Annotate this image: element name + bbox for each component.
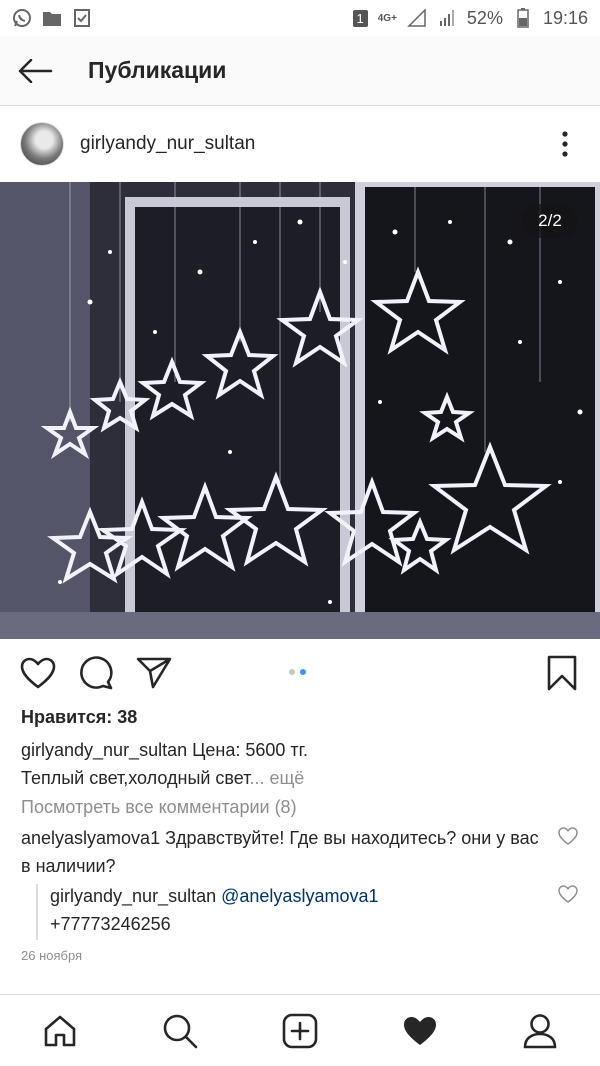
likes-count[interactable]: Нравится: 38 [21,707,137,728]
comment: anelyaslyamova1 Здравствуйте! Где вы нах… [21,824,541,880]
carousel-dot [289,669,295,675]
reply-comment: girlyandy_nur_sultan @anelyaslyamova1 +7… [50,882,550,938]
bottom-navigation [0,994,600,1066]
clock: 19:16 [542,7,588,28]
caption-text-line2: Теплый свет,холодный свет [21,768,250,788]
nav-profile[interactable] [510,1001,570,1061]
battery-percent: 52% [466,7,503,28]
caption-text-line1: Цена: 5600 тг. [187,740,309,760]
view-all-comments-link[interactable]: Посмотреть все комментарии (8) [21,797,297,818]
carousel-dot-active [300,669,306,675]
bookmark-icon [547,655,577,691]
caption: girlyandy_nur_sultan Цена: 5600 тг. Тепл… [21,736,581,792]
nav-search[interactable] [150,1001,210,1061]
comment-username[interactable]: anelyaslyamova1 [21,828,160,848]
profile-icon [523,1013,557,1048]
star-lights-photo [0,182,600,639]
save-button[interactable] [542,653,582,693]
reply-thread-line [36,884,38,940]
post-username[interactable]: girlyandy_nur_sultan [80,133,255,155]
comment-like-heart-icon[interactable] [558,826,578,846]
nav-home[interactable] [30,1001,90,1061]
network-label: 4G+ [377,12,397,24]
post-header: girlyandy_nur_sultan [0,106,600,182]
post-image[interactable]: 2/2 [0,182,600,639]
home-icon [44,1015,76,1046]
status-bar: 1 4G+ 52% 19:16 [0,0,600,36]
reply-mention[interactable]: @anelyaslyamova1 [221,886,378,906]
app-header: Публикации [0,36,600,106]
search-icon [163,1014,198,1048]
comment-button[interactable] [76,653,116,693]
folder-icon [42,8,62,28]
checklist-icon [72,8,92,28]
share-button[interactable] [134,653,174,693]
more-options-button[interactable] [550,124,580,164]
heart-outline-icon [20,657,56,689]
image-counter-badge: 2/2 [522,204,578,238]
signal-icon [407,8,427,28]
avatar[interactable] [20,122,64,166]
reply-text: +77773246256 [50,914,171,934]
comment-bubble-icon [80,656,113,690]
plus-square-icon [282,1013,318,1048]
status-left [12,8,92,28]
reply-username[interactable]: girlyandy_nur_sultan [50,886,216,906]
page-title: Публикации [88,57,227,83]
more-vertical-icon [562,131,568,157]
like-button[interactable] [18,653,58,693]
signal-bars-icon [437,8,457,28]
paper-plane-icon [136,657,172,689]
caption-more-link[interactable]: ... ещё [249,768,304,788]
heart-filled-icon [404,1016,436,1045]
battery-icon [513,8,533,28]
reply-like-heart-icon[interactable] [558,884,578,904]
sim-badge: 1 [352,9,368,27]
caption-username[interactable]: girlyandy_nur_sultan [21,740,187,760]
status-right: 1 4G+ 52% 19:16 [352,7,588,29]
post-actions [0,644,600,702]
arrow-left-icon [18,58,53,83]
whatsapp-icon [12,8,32,28]
carousel-indicator [289,669,306,675]
back-button[interactable] [0,36,70,106]
nav-new-post[interactable] [270,1001,330,1061]
post-date: 26 ноября [21,948,83,963]
nav-activity[interactable] [390,1001,450,1061]
